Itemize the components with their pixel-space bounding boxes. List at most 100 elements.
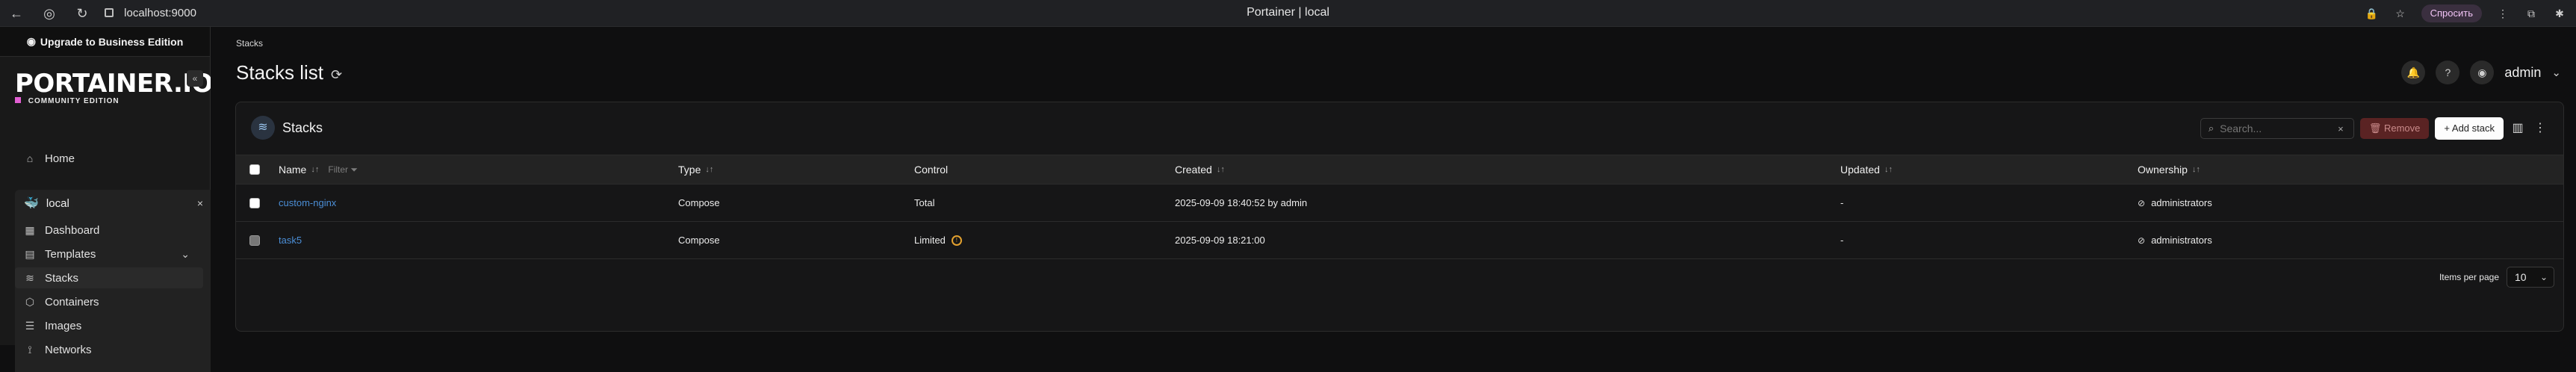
column-type[interactable]: Type ↓↑ (678, 155, 713, 184)
sort-icon[interactable]: ↓↑ (2192, 165, 2200, 174)
breadcrumb[interactable]: Stacks (236, 38, 263, 49)
edition-label: COMMUNITY EDITION (15, 97, 120, 105)
more-options-icon[interactable]: ⋮ (2532, 120, 2548, 137)
stack-control: Limited ! (914, 222, 962, 258)
upgrade-banner[interactable]: ◉ Upgrade to Business Edition (0, 27, 210, 57)
column-control: Control (914, 164, 949, 176)
stacks-icon: ≋ (25, 271, 34, 284)
edition-dot-icon (15, 97, 21, 103)
environment-name: local (46, 196, 69, 210)
filter-label[interactable]: Filter ⏷ (328, 164, 358, 176)
stack-type: Compose (678, 235, 720, 246)
stack-updated: - (1840, 235, 1844, 246)
clear-search-icon[interactable]: × (2338, 123, 2344, 134)
search-box[interactable]: ⌕ × (2200, 118, 2354, 139)
browser-toolbar: ← ◎ ↻ localhost:9000 Portainer | local 🔒… (0, 0, 2576, 27)
select-all-checkbox[interactable] (249, 155, 260, 184)
images-icon: ☰ (25, 319, 35, 332)
columns-icon[interactable]: ▥ (2510, 120, 2526, 137)
stack-name-link[interactable]: custom-nginx (279, 185, 336, 221)
environment-header[interactable]: 🐳 local × (24, 193, 203, 214)
browser-actions: 🔒 ☆ Спросить ⋮ ⧉ ✱ (2365, 4, 2567, 22)
row-checkbox[interactable] (249, 222, 260, 258)
sidebar-item-images[interactable]: ☰ Images (15, 315, 203, 336)
stack-updated: - (1840, 197, 1844, 208)
table-header: Name ↓↑ Filter ⏷ Type ↓↑ Control Created ↓↑… (236, 155, 2563, 185)
ask-button[interactable]: Спросить (2421, 4, 2482, 22)
stack-ownership: ⊘ administrators (2138, 197, 2212, 208)
stack-control: Total (914, 197, 935, 208)
warning-icon[interactable]: ! (951, 235, 962, 246)
brand-logo[interactable]: PORTAINER.IO (15, 69, 213, 99)
help-icon[interactable]: ? (2436, 61, 2460, 84)
browser-tab-title: Portainer | local (1247, 6, 1329, 19)
chevron-down-icon: ⌄ (181, 247, 190, 260)
items-per-page-label: Items per page (2439, 272, 2499, 282)
page-title: Stacks list ⟳ (236, 61, 343, 84)
extension-icon[interactable]: ✱ (2552, 6, 2567, 21)
add-stack-button[interactable]: + Add stack (2435, 117, 2504, 140)
sort-icon[interactable]: ↓↑ (1217, 165, 1225, 174)
column-ownership[interactable]: Ownership ↓↑ (2138, 155, 2200, 184)
panel-tools: ⌕ × 🗑 Remove + Add stack ▥ ⋮ (2200, 117, 2548, 140)
row-checkbox[interactable] (249, 185, 260, 221)
remove-button[interactable]: 🗑 Remove (2359, 118, 2430, 139)
docker-icon: 🐳 (24, 197, 39, 210)
networks-icon: ⟟ (28, 343, 32, 356)
upgrade-label: Upgrade to Business Edition (40, 35, 184, 48)
dashboard-icon: ▦ (25, 223, 35, 236)
collapse-sidebar-button[interactable]: « (187, 70, 203, 87)
search-input[interactable] (2220, 123, 2333, 134)
table-row: custom-nginx Compose Total 2025-09-09 18… (236, 185, 2563, 222)
stack-ownership: ⊘ administrators (2138, 235, 2212, 246)
filter-icon: ⏷ (350, 164, 358, 175)
items-per-page-select[interactable]: 10 ⌄ (2507, 267, 2554, 288)
sidebar-item-stacks[interactable]: ≋ Stacks (15, 267, 203, 288)
sidebar-item-home[interactable]: ⌂ Home (15, 148, 203, 169)
sidebar-item-label: Home (45, 152, 75, 165)
eye-off-icon: ⊘ (2138, 235, 2146, 246)
column-created[interactable]: Created ↓↑ (1175, 155, 1225, 184)
templates-icon: ▤ (25, 247, 35, 260)
plus-icon: + (2444, 123, 2450, 134)
pagination: Items per page 10 ⌄ (2439, 267, 2554, 288)
chevron-down-icon: ⌄ (2539, 272, 2548, 282)
sidebar-item-label: Images (45, 319, 82, 332)
sidebar-item-networks[interactable]: ⟟ Networks (15, 339, 203, 360)
sidebar-icon[interactable]: ⧉ (2524, 6, 2539, 21)
notification-bell-icon[interactable]: 🔔 (2401, 61, 2426, 84)
stack-icon: ≋ (251, 116, 275, 140)
stack-type: Compose (678, 197, 720, 208)
sidebar-item-dashboard[interactable]: ▦ Dashboard (15, 220, 203, 241)
table-row: task5 Compose Limited ! 2025-09-09 18:21… (236, 222, 2563, 259)
stack-created: 2025-09-09 18:21:00 (1175, 235, 1265, 246)
menu-icon[interactable]: ⋮ (2495, 6, 2510, 21)
sidebar-item-templates[interactable]: ▤ Templates ⌄ (15, 244, 203, 264)
sidebar-item-containers[interactable]: ⬡ Containers (15, 291, 203, 312)
stacks-panel: ≋ Stacks ⌕ × 🗑 Remove + Add stack ▥ ⋮ (235, 102, 2564, 332)
bookmark-icon[interactable]: ☆ (2393, 6, 2408, 21)
search-icon: ⌕ (2208, 123, 2215, 134)
sort-icon[interactable]: ↓↑ (311, 165, 319, 174)
stack-created: 2025-09-09 18:40:52 by admin (1175, 197, 1308, 208)
sort-icon[interactable]: ↓↑ (705, 165, 713, 174)
sidebar: ◉ Upgrade to Business Edition PORTAINER.… (0, 27, 213, 372)
lock-icon[interactable]: 🔒 (2365, 6, 2380, 21)
sidebar-item-label: Dashboard (45, 223, 100, 237)
column-updated[interactable]: Updated ↓↑ (1840, 155, 1893, 184)
upgrade-icon: ◉ (26, 35, 36, 47)
close-icon[interactable]: × (197, 197, 203, 209)
stack-name-link[interactable]: task5 (279, 222, 302, 258)
column-name[interactable]: Name ↓↑ Filter ⏷ (279, 155, 358, 184)
user-name[interactable]: admin (2504, 65, 2541, 81)
panel-header: ≋ Stacks ⌕ × 🗑 Remove + Add stack ▥ ⋮ (236, 102, 2563, 153)
panel-title: Stacks (282, 120, 323, 135)
avatar[interactable]: ◉ (2470, 61, 2495, 84)
sidebar-item-label: Containers (45, 295, 99, 309)
refresh-icon[interactable]: ⟳ (331, 67, 342, 83)
home-icon: ⌂ (26, 152, 34, 164)
sidebar-item-label: Templates (45, 247, 96, 261)
eye-off-icon: ⊘ (2138, 197, 2146, 208)
sort-icon[interactable]: ↓↑ (1884, 165, 1893, 174)
chevron-down-icon[interactable]: ⌄ (2551, 66, 2561, 79)
